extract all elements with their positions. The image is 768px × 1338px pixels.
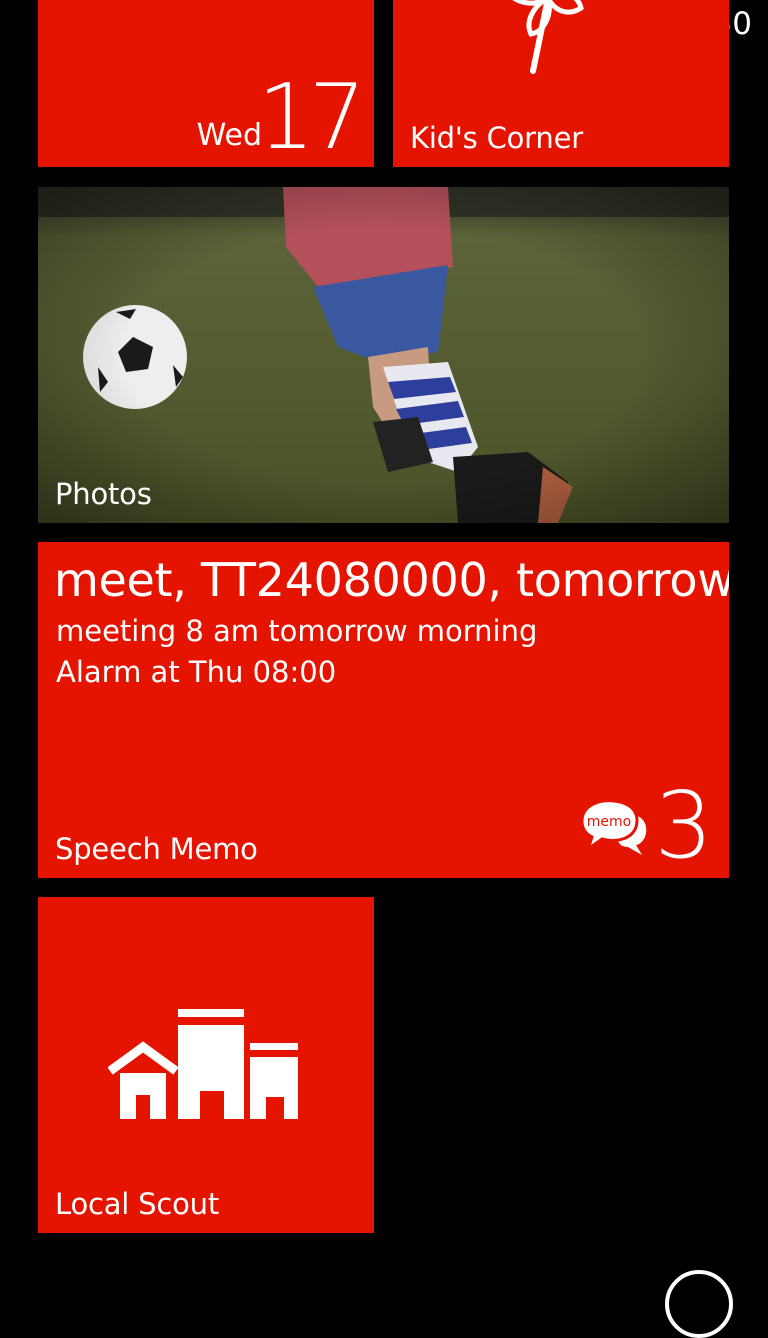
photos-label: Photos [55, 477, 152, 511]
memo-icon-text: memo [587, 814, 631, 830]
kids-corner-label: Kid's Corner [410, 121, 583, 155]
memo-detail-line: meeting 8 am tomorrow morning [56, 614, 538, 648]
search-button-edge-icon[interactable] [665, 1270, 733, 1338]
buildings-icon [108, 1009, 298, 1119]
speech-memo-label: Speech Memo [55, 832, 258, 866]
calendar-day: Wed [196, 118, 262, 153]
local-scout-label: Local Scout [55, 1187, 220, 1221]
photo-image [38, 187, 729, 523]
memo-alarm-line: Alarm at Thu 08:00 [56, 655, 337, 689]
kids-corner-tile[interactable]: Kid's Corner [393, 0, 729, 167]
memo-count: 3 [654, 772, 713, 878]
memo-bubble-icon: memo [580, 799, 647, 855]
local-scout-tile[interactable]: Local Scout [38, 897, 374, 1233]
memo-title: meet, TT24080000, tomorrow, [54, 553, 729, 607]
photos-tile[interactable]: Photos [38, 187, 729, 523]
calendar-date: 17 [257, 65, 366, 167]
pinwheel-icon [512, 0, 584, 74]
calendar-tile[interactable]: Wed 17 [38, 0, 374, 167]
speech-memo-tile[interactable]: meet, TT24080000, tomorrow, meeting 8 am… [38, 542, 729, 878]
